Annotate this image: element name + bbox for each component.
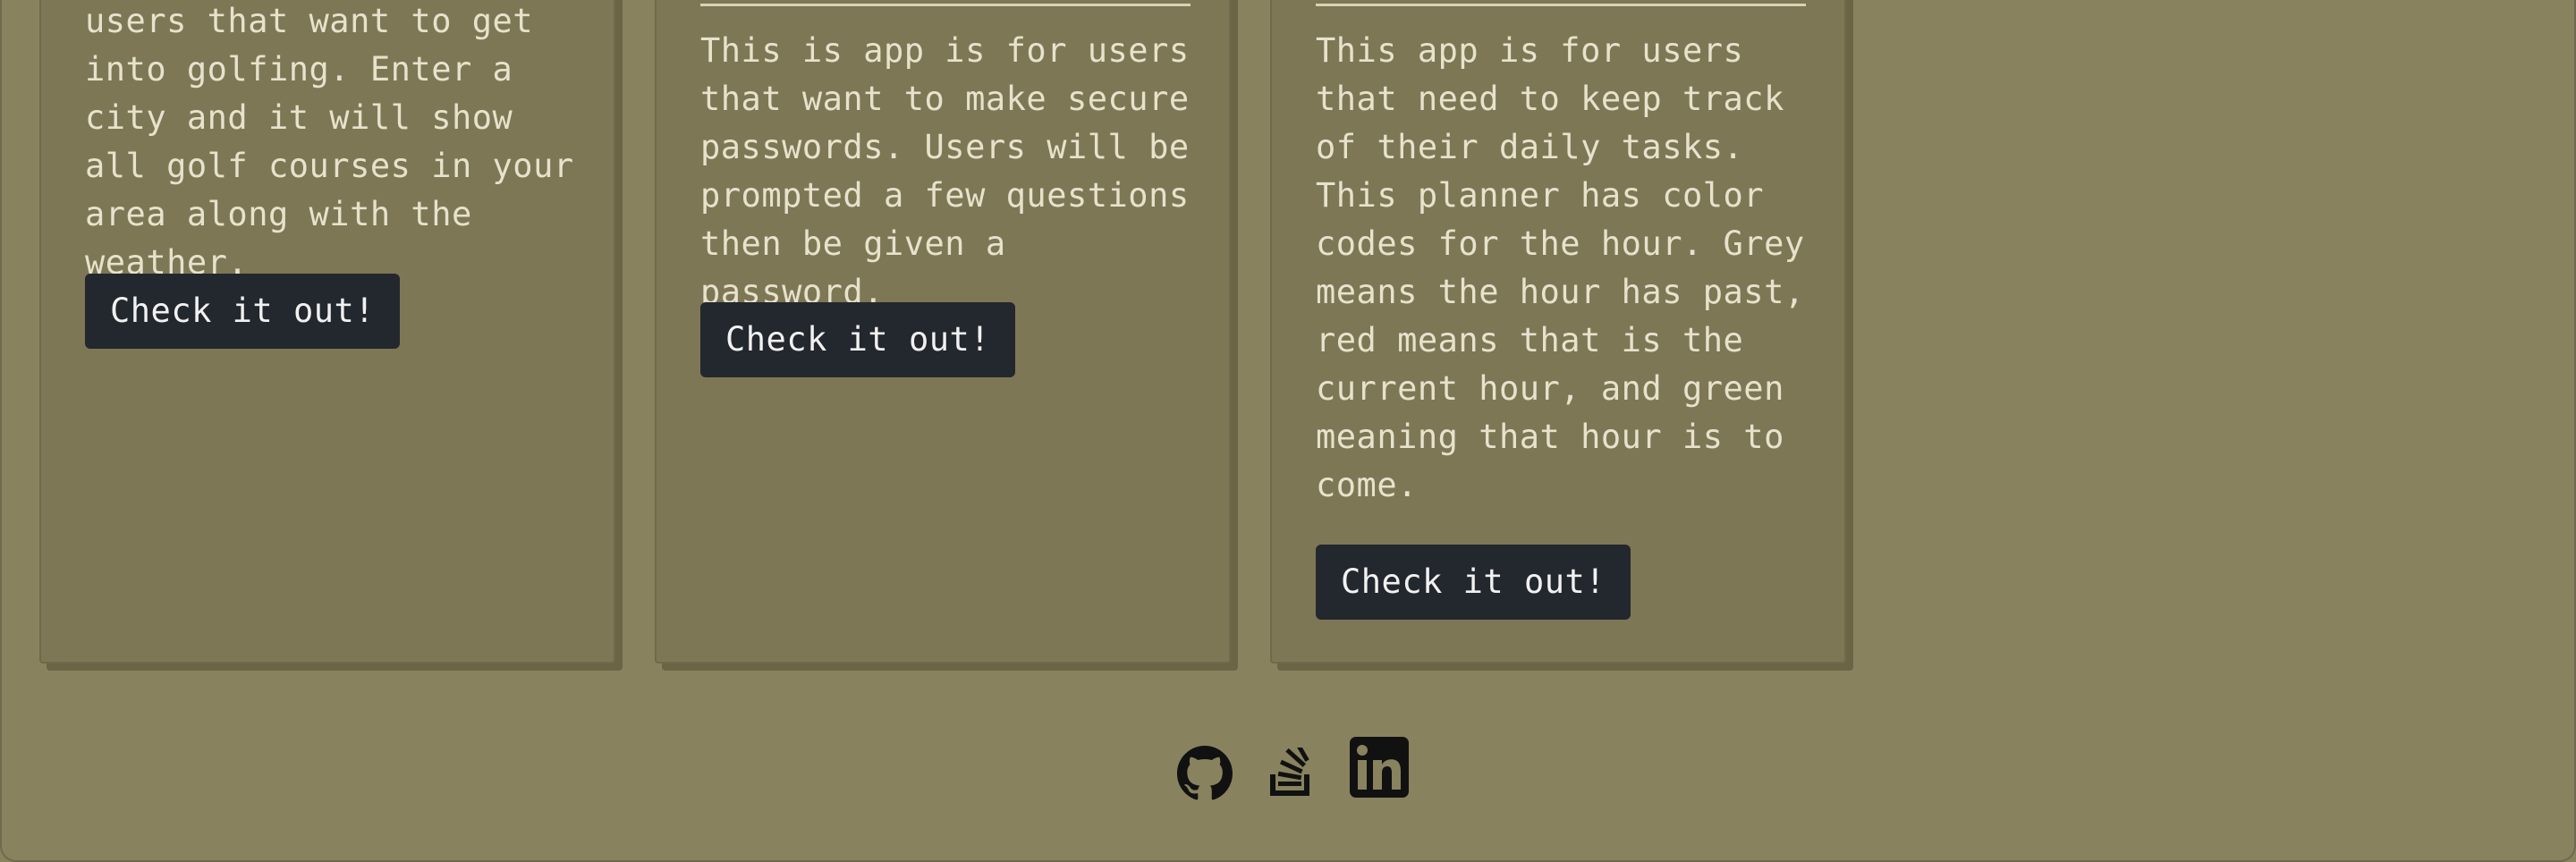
project-card: This app is for users that need to keep … [1270,0,1846,663]
project-description: This is app is for users that want to ma… [700,31,1190,311]
check-it-out-button[interactable]: Check it out! [1316,545,1631,620]
github-icon[interactable] [1177,746,1233,801]
check-it-out-button[interactable]: Check it out! [85,274,401,349]
project-description: This app is for users that need to keep … [1316,31,1805,504]
check-it-out-button[interactable]: Check it out! [700,302,1016,377]
project-card: users that want to get into golfing. Ent… [39,0,615,663]
project-description: users that want to get into golfing. Ent… [85,2,574,282]
project-card: This is app is for users that want to ma… [655,0,1231,663]
stack-overflow-icon[interactable] [1268,748,1313,798]
linkedin-icon[interactable] [1350,737,1409,798]
title-divider [1316,4,1806,6]
title-divider [700,4,1191,6]
